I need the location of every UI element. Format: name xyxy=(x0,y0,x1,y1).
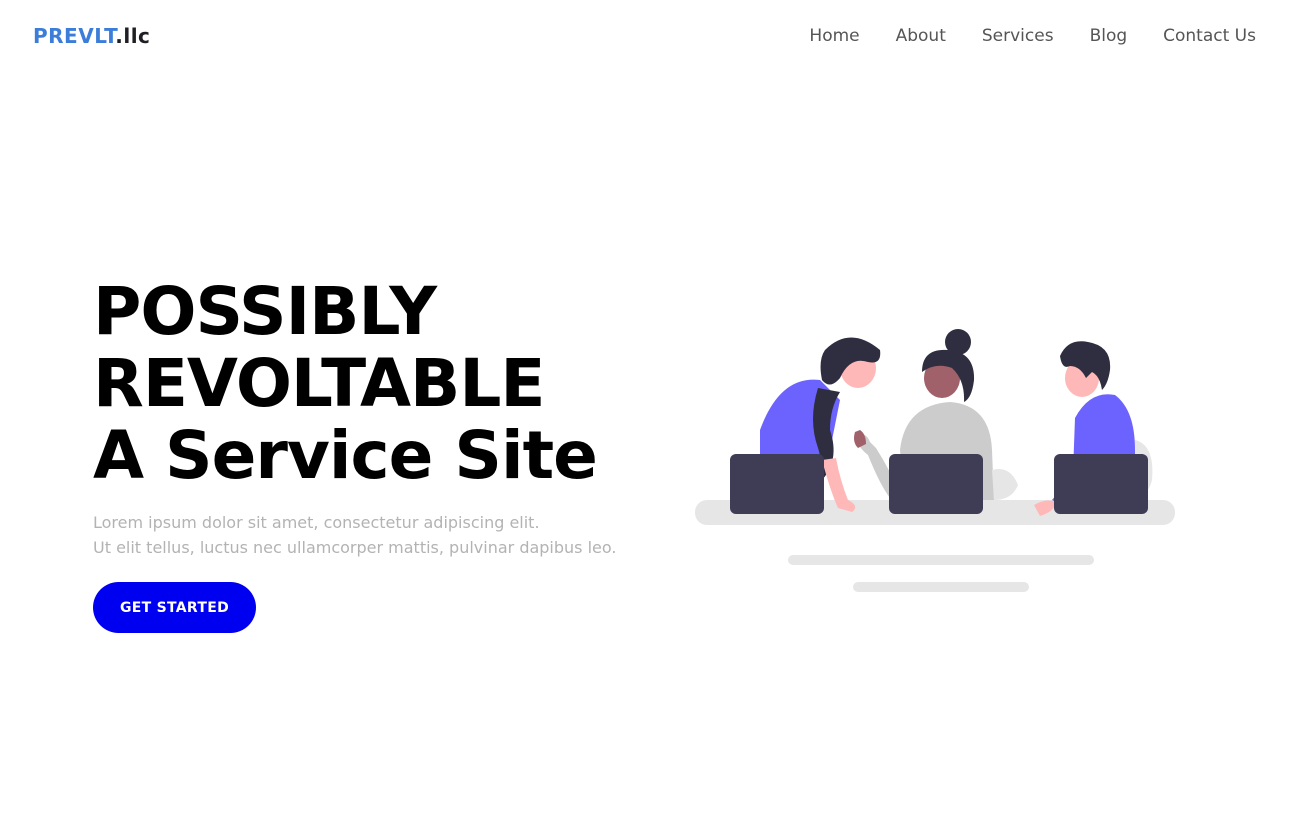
hero-title: POSSIBLY REVOLTABLE A Service Site xyxy=(93,273,598,494)
hero-title-line-3: A Service Site xyxy=(93,417,598,494)
main-nav: Home About Services Blog Contact Us xyxy=(809,26,1256,46)
laptop-right xyxy=(1054,454,1148,514)
hero-title-line-1: POSSIBLY xyxy=(93,273,437,350)
logo-suffix: .llc xyxy=(115,24,151,48)
laptop-middle xyxy=(889,454,983,514)
nav-home[interactable]: Home xyxy=(809,26,859,46)
hero-title-line-2: REVOLTABLE xyxy=(93,345,545,422)
hero-subtitle: Lorem ipsum dolor sit amet, consectetur … xyxy=(93,510,616,560)
laptop-left xyxy=(730,454,824,514)
nav-services[interactable]: Services xyxy=(982,26,1054,46)
nav-contact-us[interactable]: Contact Us xyxy=(1163,26,1256,46)
nav-blog[interactable]: Blog xyxy=(1090,26,1128,46)
floor-line-2 xyxy=(853,582,1029,592)
team-at-laptops-illustration xyxy=(695,329,1175,592)
nav-about[interactable]: About xyxy=(896,26,946,46)
logo-brand: PREVLT xyxy=(33,24,116,48)
floor-line-1 xyxy=(788,555,1094,565)
hero-subtitle-line-2: Ut elit tellus, luctus nec ullamcorper m… xyxy=(93,538,617,557)
logo[interactable]: PREVLT.llc xyxy=(33,24,150,48)
hero-subtitle-line-1: Lorem ipsum dolor sit amet, consectetur … xyxy=(93,513,540,532)
get-started-button[interactable]: GET STARTED xyxy=(93,582,256,633)
